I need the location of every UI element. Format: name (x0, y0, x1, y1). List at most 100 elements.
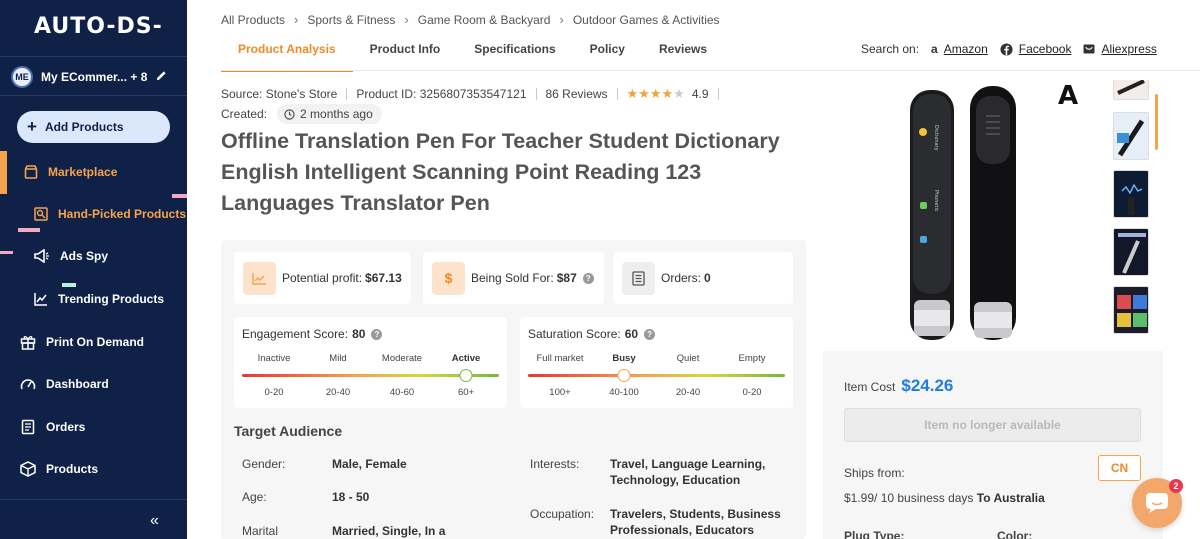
decorative-mark (172, 194, 187, 198)
product-image[interactable]: Dictionary Phonetic A (880, 80, 1100, 346)
engagement-range: 60+ (457, 387, 475, 398)
svg-text:Dictionary: Dictionary (933, 125, 939, 151)
interests-label: Interests: (530, 457, 580, 471)
aliexpress-icon (1083, 44, 1095, 54)
created-label: Created: (221, 107, 268, 121)
profit-value: $67.13 (365, 271, 402, 285)
gauge-icon (20, 379, 36, 390)
tab-specifications[interactable]: Specifications (457, 38, 572, 72)
age-value: 18 - 50 (332, 490, 370, 504)
engagement-range: 40-60 (389, 387, 415, 398)
orders-value: 0 (704, 271, 711, 285)
saturation-level: Empty (738, 353, 766, 364)
engagement-range: 0-20 (264, 387, 284, 398)
svg-text:Phonetic: Phonetic (933, 190, 939, 212)
collapse-sidebar-icon[interactable]: « (150, 512, 159, 530)
chat-icon (1146, 493, 1168, 513)
product-thumbnail[interactable] (1113, 286, 1149, 334)
item-cost-row: Item Cost $24.26 (844, 376, 953, 396)
product-meta: Source: Stone's Store Product ID: 325680… (221, 86, 728, 102)
decorative-mark (0, 251, 13, 254)
engagement-range: 20-40 (325, 387, 351, 398)
clock-icon (284, 108, 295, 120)
occupation-label: Occupation: (530, 507, 595, 521)
interests-value: Travel, Language Learning, Technology, E… (610, 457, 766, 487)
marital-value: Married, Single, In a (332, 524, 446, 538)
sidebar-item-label: Trending Products (58, 292, 165, 306)
store-selector[interactable]: ME My ECommer... + 8 (11, 66, 181, 88)
tab-reviews[interactable]: Reviews (642, 38, 724, 72)
gender-value: Male, Female (332, 457, 407, 471)
engagement-score-card: Engagement Score: 80 ? Inactive Mild Mod… (234, 317, 507, 408)
sidebar-divider (0, 499, 187, 500)
chevron-right-icon: › (404, 12, 409, 27)
autods-logo[interactable]: AUTO-DS- (34, 14, 163, 39)
age-label: Age: (242, 490, 267, 504)
search-amazon-link[interactable]: Amazon (944, 42, 988, 56)
store-avatar: ME (11, 66, 33, 88)
engagement-level: Active (451, 353, 481, 364)
sidebar-item-orders[interactable]: Orders (20, 419, 85, 435)
product-thumbnail[interactable] (1113, 112, 1149, 160)
search-on-bar: Search on: a Amazon Facebook Aliexpress (861, 42, 1169, 56)
store-icon (24, 165, 38, 179)
breadcrumb: All Products › Sports & Fitness › Game R… (221, 12, 720, 27)
product-thumbnail[interactable] (1113, 228, 1149, 276)
search-on-label: Search on: (861, 42, 920, 56)
sidebar-item-products[interactable]: Products (20, 461, 98, 477)
engagement-value: 80 (352, 327, 366, 341)
sidebar-item-print-on-demand[interactable]: Print On Demand (20, 334, 144, 350)
saturation-value: 60 (624, 327, 639, 341)
gender-label: Gender: (242, 457, 286, 471)
product-thumbnail[interactable] (1113, 80, 1149, 100)
help-icon[interactable]: ? (371, 328, 383, 340)
product-id: Product ID: 3256807353547121 (356, 87, 527, 101)
amazon-icon: a (931, 42, 938, 56)
created-time-badge: 2 months ago (277, 104, 382, 124)
sidebar-item-hand-picked[interactable]: Hand-Picked Products (34, 207, 186, 221)
review-count[interactable]: 86 Reviews (546, 87, 608, 101)
chevron-right-icon: › (294, 12, 299, 27)
tab-policy[interactable]: Policy (573, 38, 642, 72)
orders-card: Orders: 0 (613, 252, 793, 304)
saturation-level: Busy (612, 353, 636, 364)
help-icon[interactable]: ? (582, 272, 594, 284)
ship-from-country-button[interactable]: CN (1098, 455, 1141, 481)
ships-from-label: Ships from: (844, 466, 905, 480)
tab-product-info[interactable]: Product Info (353, 38, 458, 72)
engagement-knob (459, 369, 473, 382)
sidebar-item-ads-spy[interactable]: Ads Spy (34, 249, 108, 263)
breadcrumb-item[interactable]: Sports & Fitness (307, 13, 395, 27)
add-products-button[interactable]: + Add Products (17, 111, 170, 143)
source-store[interactable]: Source: Stone's Store (221, 87, 337, 101)
sidebar-item-trending[interactable]: Trending Products (34, 292, 164, 306)
sidebar-item-label: Orders (46, 420, 86, 434)
breadcrumb-item[interactable]: Game Room & Backyard (418, 13, 551, 27)
chevron-right-icon: › (559, 12, 564, 27)
pencil-icon[interactable] (156, 70, 167, 84)
trending-chart-icon (34, 293, 47, 306)
potential-profit-card: Potential profit: $67.13 (234, 252, 411, 304)
tab-product-analysis[interactable]: Product Analysis (221, 38, 353, 72)
shipping-price: $1.99 (844, 491, 875, 505)
item-unavailable-button[interactable]: Item no longer available (844, 408, 1141, 442)
sidebar-item-label: Dashboard (46, 377, 109, 391)
breadcrumb-item[interactable]: All Products (221, 13, 285, 27)
thumbnail-scrollbar[interactable] (1155, 94, 1158, 150)
shipping-days: / 10 business days (874, 491, 974, 505)
sidebar-item-dashboard[interactable]: Dashboard (20, 377, 109, 391)
search-aliexpress-link[interactable]: Aliexpress (1101, 42, 1156, 56)
sidebar-item-marketplace[interactable]: Marketplace (24, 165, 117, 179)
megaphone-icon (34, 249, 49, 263)
search-facebook-link[interactable]: Facebook (1019, 42, 1072, 56)
help-icon[interactable]: ? (644, 328, 656, 340)
sold-value: $87 (556, 271, 577, 285)
saturation-knob (617, 369, 631, 382)
saturation-level: Full market (536, 353, 584, 364)
clipboard-icon (21, 419, 35, 435)
breadcrumb-item[interactable]: Outdoor Games & Activities (573, 13, 720, 27)
search-products-icon (34, 207, 48, 221)
product-thumbnail[interactable] (1113, 170, 1149, 218)
plus-icon: + (27, 117, 37, 136)
color-label: Color: (997, 529, 1033, 539)
